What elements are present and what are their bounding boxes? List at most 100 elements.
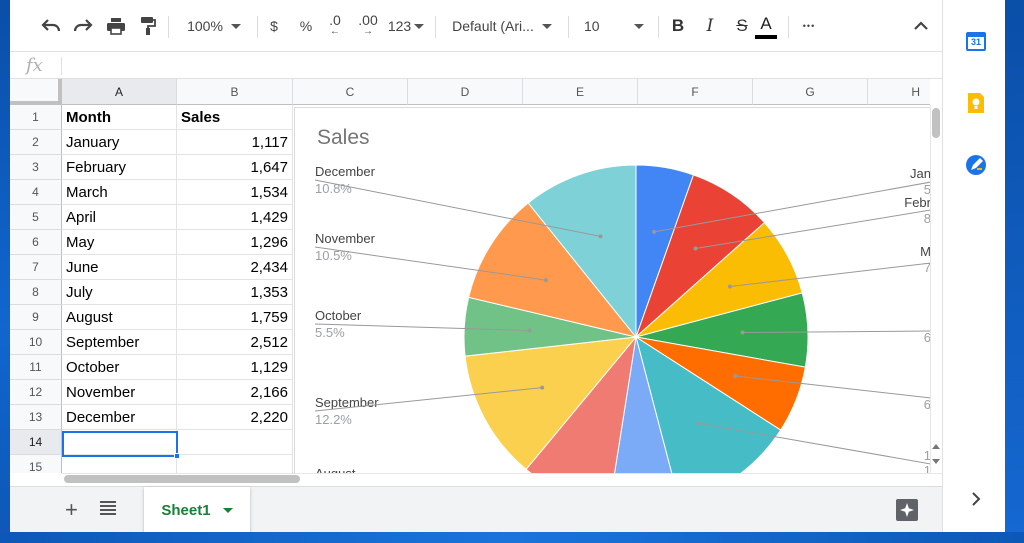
- scroll-down-icon[interactable]: [932, 456, 940, 468]
- header-cell-month[interactable]: Month: [62, 105, 177, 130]
- tasks-icon[interactable]: [965, 154, 987, 176]
- side-panel: 31: [942, 0, 1005, 532]
- paint-format-icon[interactable]: [135, 12, 161, 40]
- right-label-fragment: Jan: [910, 166, 930, 181]
- row-header[interactable]: 12: [10, 380, 62, 405]
- all-sheets-icon[interactable]: [100, 501, 116, 520]
- more-options-button[interactable]: •••: [796, 12, 822, 40]
- sales-cell[interactable]: 1,129: [177, 355, 293, 380]
- column-header-f[interactable]: F: [638, 79, 753, 105]
- row-header[interactable]: 11: [10, 355, 62, 380]
- sales-cell[interactable]: 2,166: [177, 380, 293, 405]
- select-all-corner[interactable]: [10, 79, 62, 105]
- add-sheet-icon[interactable]: +: [65, 497, 78, 523]
- chevron-down-icon: [230, 23, 241, 29]
- sheet-tab-sheet1[interactable]: Sheet1: [144, 487, 250, 532]
- label-name-august: August: [315, 466, 356, 473]
- text-color-button[interactable]: A: [752, 12, 780, 40]
- expand-side-panel-icon[interactable]: [971, 492, 981, 511]
- label-percent-november: 10.5%: [315, 248, 352, 263]
- month-cell[interactable]: April: [62, 205, 177, 230]
- row-header[interactable]: 14: [10, 430, 62, 455]
- more-formats-select[interactable]: 123: [386, 12, 426, 40]
- bold-button[interactable]: B: [666, 12, 690, 40]
- label-name-october: October: [315, 308, 362, 323]
- column-header-a[interactable]: A: [62, 79, 177, 105]
- row-header[interactable]: 1: [10, 105, 62, 130]
- toolbar-separator: [435, 16, 436, 38]
- row-header[interactable]: 9: [10, 305, 62, 330]
- column-header-b[interactable]: B: [177, 79, 293, 105]
- month-cell[interactable]: June: [62, 255, 177, 280]
- vertical-scrollbar[interactable]: [930, 105, 942, 473]
- vertical-scroll-thumb[interactable]: [932, 108, 940, 138]
- label-percent-september: 12.2%: [315, 412, 352, 427]
- sales-cell[interactable]: 1,117: [177, 130, 293, 155]
- strikethrough-button[interactable]: S: [730, 12, 754, 40]
- sales-cell[interactable]: 2,220: [177, 405, 293, 430]
- zoom-select[interactable]: 100%: [180, 12, 248, 40]
- empty-cell[interactable]: [177, 455, 293, 473]
- row-header[interactable]: 6: [10, 230, 62, 255]
- row-header[interactable]: 15: [10, 455, 62, 473]
- sales-cell[interactable]: 1,759: [177, 305, 293, 330]
- increase-decimal-button[interactable]: .00 →: [354, 12, 382, 40]
- sales-cell[interactable]: 1,534: [177, 180, 293, 205]
- leader-line-march-dot: [727, 284, 732, 289]
- print-icon[interactable]: [103, 12, 129, 40]
- column-header-d[interactable]: D: [408, 79, 523, 105]
- toolbar-separator: [788, 16, 789, 38]
- undo-icon[interactable]: [38, 12, 64, 40]
- collapse-toolbar-icon[interactable]: [908, 12, 934, 40]
- redo-icon[interactable]: [70, 12, 96, 40]
- month-cell[interactable]: November: [62, 380, 177, 405]
- sales-cell[interactable]: 1,353: [177, 280, 293, 305]
- empty-cell[interactable]: [62, 455, 177, 473]
- column-header-h[interactable]: H: [868, 79, 930, 105]
- sales-cell[interactable]: 2,434: [177, 255, 293, 280]
- explore-icon[interactable]: [896, 499, 918, 521]
- pie-chart[interactable]: Sales December 10.8% November 10.5% October 5…: [294, 107, 930, 473]
- month-cell[interactable]: December: [62, 405, 177, 430]
- keep-icon[interactable]: [965, 92, 987, 114]
- month-cell[interactable]: March: [62, 180, 177, 205]
- calendar-icon[interactable]: 31: [965, 30, 987, 52]
- row-header[interactable]: 13: [10, 405, 62, 430]
- selected-cell-a14[interactable]: [62, 431, 178, 457]
- sales-cell[interactable]: 1,429: [177, 205, 293, 230]
- header-cell-sales[interactable]: Sales: [177, 105, 293, 130]
- empty-cell[interactable]: [177, 430, 293, 455]
- percent-button[interactable]: %: [294, 12, 318, 40]
- row-header[interactable]: 2: [10, 130, 62, 155]
- month-cell[interactable]: July: [62, 280, 177, 305]
- sales-cell[interactable]: 2,512: [177, 330, 293, 355]
- italic-button[interactable]: I: [698, 12, 722, 40]
- month-cell[interactable]: May: [62, 230, 177, 255]
- month-cell[interactable]: September: [62, 330, 177, 355]
- row-header[interactable]: 3: [10, 155, 62, 180]
- font-value: Default (Ari...: [452, 18, 534, 34]
- column-header-c[interactable]: C: [293, 79, 408, 105]
- month-cell[interactable]: February: [62, 155, 177, 180]
- row-header[interactable]: 4: [10, 180, 62, 205]
- font-size-select[interactable]: 10: [576, 12, 650, 40]
- month-cell[interactable]: January: [62, 130, 177, 155]
- currency-button[interactable]: $: [262, 12, 286, 40]
- font-select[interactable]: Default (Ari...: [446, 12, 558, 40]
- fill-handle[interactable]: [174, 453, 180, 459]
- pie-chart-svg: December10.8%November10.5%October5.5%Sep…: [314, 164, 930, 473]
- month-cell[interactable]: October: [62, 355, 177, 380]
- row-header[interactable]: 7: [10, 255, 62, 280]
- sales-cell[interactable]: 1,296: [177, 230, 293, 255]
- row-header[interactable]: 5: [10, 205, 62, 230]
- month-cell[interactable]: August: [62, 305, 177, 330]
- horizontal-scroll-thumb[interactable]: [64, 475, 300, 483]
- column-header-e[interactable]: E: [523, 79, 638, 105]
- decrease-decimal-button[interactable]: .0 ←: [322, 12, 348, 40]
- sales-cell[interactable]: 1,647: [177, 155, 293, 180]
- row-header[interactable]: 10: [10, 330, 62, 355]
- column-header-g[interactable]: G: [753, 79, 868, 105]
- row-header[interactable]: 8: [10, 280, 62, 305]
- scroll-up-icon[interactable]: [932, 440, 940, 452]
- formula-input[interactable]: [70, 58, 930, 74]
